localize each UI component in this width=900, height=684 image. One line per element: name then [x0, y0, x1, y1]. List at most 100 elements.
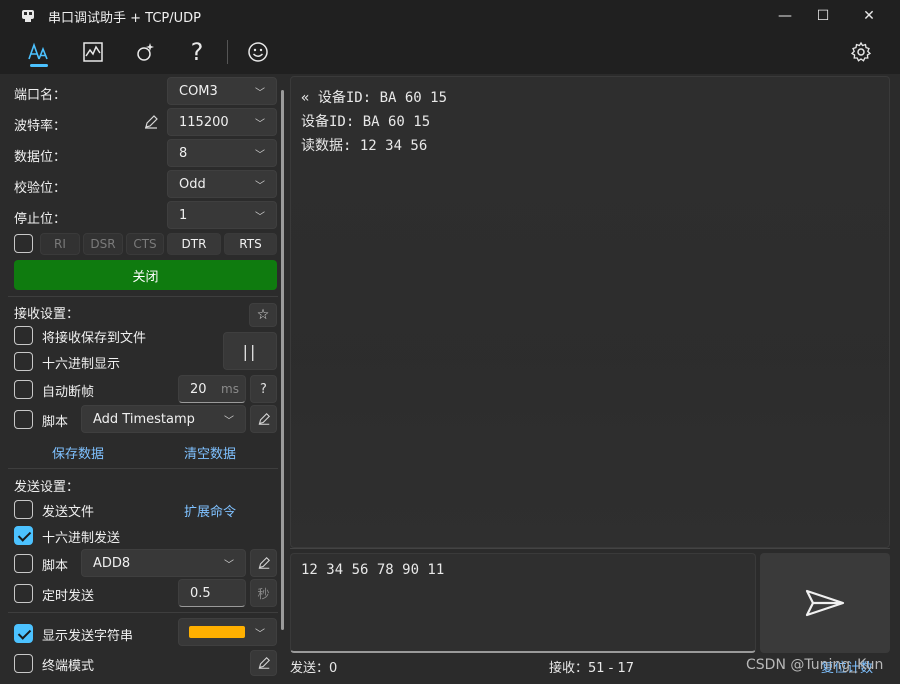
close-port-button[interactable]: 关闭 [14, 260, 277, 290]
help-icon: ? [260, 381, 267, 397]
parity-value: Odd [179, 176, 206, 192]
window-title: 串口调试助手 + TCP/UDP [48, 11, 201, 26]
receive-text-area[interactable]: « 设备ID: BA 60 15 设备ID: BA 60 15 读数据: 12 … [290, 76, 890, 548]
pen-icon [258, 657, 270, 669]
effects-icon [137, 43, 154, 61]
auto-frame-checkbox[interactable] [14, 380, 33, 399]
auto-frame-help-button[interactable]: ? [250, 375, 277, 403]
show-send-checkbox[interactable] [14, 624, 33, 643]
databits-select[interactable]: 8 ﹀ [167, 139, 277, 167]
receive-script-label: 脚本 [42, 415, 69, 430]
timed-send-value: 0.5 [190, 585, 211, 601]
port-label: 端口名： [14, 88, 67, 103]
parity-label: 校验位： [14, 181, 67, 196]
feedback-button[interactable] [241, 37, 275, 67]
auto-frame-label: 自动断帧 [42, 385, 95, 400]
text-style-icon [28, 42, 48, 60]
title-bar: 串口调试助手 + TCP/UDP — ☐ ✕ [0, 0, 900, 32]
hex-display-checkbox[interactable] [14, 352, 33, 371]
pins-checkbox[interactable] [14, 234, 33, 253]
timed-send-input[interactable]: 0.5 [178, 579, 246, 607]
close-window-button[interactable]: ✕ [846, 0, 892, 32]
settings-scrollbar[interactable] [281, 90, 284, 630]
port-select[interactable]: COM3 ﹀ [167, 77, 277, 105]
edit-terminal-button[interactable] [250, 650, 277, 676]
edit-send-script-button[interactable] [250, 549, 277, 577]
clear-data-link[interactable]: 清空数据 [184, 443, 236, 462]
received-count: 接收：51 - 17 [549, 661, 635, 676]
save-to-file-checkbox[interactable] [14, 326, 33, 345]
baud-value: 115200 [179, 114, 229, 130]
effects-button[interactable] [128, 37, 162, 67]
hex-send-checkbox[interactable] [14, 526, 33, 545]
pin-rts-button[interactable]: RTS [224, 233, 277, 255]
chevron-down-icon: ﹀ [224, 416, 234, 427]
receive-settings-label: 接收设置： [14, 307, 80, 322]
settings-icon [850, 41, 872, 62]
timed-send-checkbox[interactable] [14, 584, 33, 603]
send-script-select[interactable]: ADD8 ﹀ [81, 549, 246, 577]
terminal-mode-checkbox[interactable] [14, 654, 33, 673]
divider [8, 296, 278, 297]
pause-icon: || [242, 341, 258, 361]
stopbits-value: 1 [179, 207, 188, 223]
chart-icon [83, 42, 103, 62]
pin-dtr-button[interactable]: DTR [167, 233, 221, 255]
receive-line: « 设备ID: BA 60 15 [301, 90, 448, 106]
pin-cts: CTS [126, 233, 164, 255]
send-input[interactable]: 12 34 56 78 90 11 [290, 553, 756, 653]
baud-select[interactable]: 115200 ﹀ [167, 108, 277, 136]
baud-label: 波特率： [14, 119, 67, 134]
stopbits-label: 停止位： [14, 212, 67, 227]
text-style-button[interactable] [22, 37, 56, 67]
receive-line: 设备ID: BA 60 15 [301, 114, 431, 130]
save-data-link[interactable]: 保存数据 [52, 443, 104, 462]
edit-baud-icon[interactable] [143, 114, 159, 130]
parity-select[interactable]: Odd ﹀ [167, 170, 277, 198]
send-file-label: 发送文件 [42, 505, 95, 520]
timed-send-unit-text: 秒 [257, 586, 270, 601]
favorite-button[interactable]: ☆ [249, 303, 277, 327]
show-send-label: 显示发送字符串 [42, 629, 134, 644]
help-icon: ? [190, 38, 204, 66]
send-settings-label: 发送设置： [14, 480, 80, 495]
chevron-down-icon: ﹀ [255, 88, 265, 99]
sent-count: 发送：0 [290, 661, 338, 676]
app-logo-icon [22, 10, 34, 22]
chevron-down-icon: ﹀ [255, 629, 265, 640]
divider [8, 468, 278, 469]
pin-dsr: DSR [83, 233, 123, 255]
settings-button[interactable] [844, 37, 878, 67]
watermark: CSDN @Tuning_Kun [746, 657, 884, 673]
help-button[interactable]: ? [180, 37, 214, 67]
chart-button[interactable] [76, 37, 110, 67]
chevron-down-icon: ﹀ [255, 181, 265, 192]
send-script-value: ADD8 [93, 555, 131, 571]
port-value: COM3 [179, 83, 218, 99]
chevron-down-icon: ﹀ [255, 150, 265, 161]
minimize-icon: — [778, 8, 792, 24]
databits-label: 数据位： [14, 150, 67, 165]
receive-script-checkbox[interactable] [14, 410, 33, 429]
chevron-down-icon: ﹀ [255, 119, 265, 130]
chevron-down-icon: ﹀ [255, 212, 265, 223]
extend-command-link[interactable]: 扩展命令 [184, 501, 236, 520]
maximize-icon: ☐ [816, 8, 830, 24]
pen-icon [258, 413, 270, 425]
divider [290, 548, 890, 549]
receive-script-value: Add Timestamp [93, 411, 195, 427]
send-file-checkbox[interactable] [14, 500, 33, 519]
send-button[interactable] [760, 553, 890, 653]
pause-button[interactable]: || [223, 332, 277, 370]
divider [8, 612, 278, 613]
maximize-button[interactable]: ☐ [800, 0, 846, 32]
receive-script-select[interactable]: Add Timestamp ﹀ [81, 405, 246, 433]
timed-send-label: 定时发送 [42, 589, 95, 604]
edit-receive-script-button[interactable] [250, 405, 277, 433]
send-icon [805, 589, 845, 617]
send-script-checkbox[interactable] [14, 554, 33, 573]
receive-line: 读数据: 12 34 56 [301, 138, 428, 154]
stopbits-select[interactable]: 1 ﹀ [167, 201, 277, 229]
toolbar: ? [0, 32, 900, 74]
save-to-file-label: 将接收保存到文件 [42, 331, 147, 346]
